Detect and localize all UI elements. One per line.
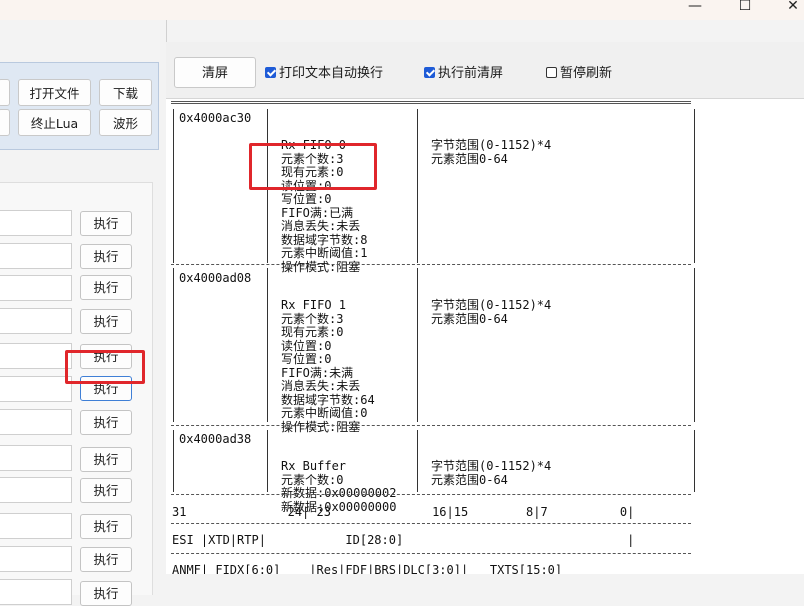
command-input[interactable] xyxy=(0,409,72,435)
fifo-info: 字节范围(0-1152)*4 元素范围0-64 xyxy=(431,298,552,326)
run-button[interactable]: 执行 xyxy=(80,547,132,572)
fifo-address: 0x4000ad08 xyxy=(179,271,252,285)
fifo-info: 字节范围(0-1152)*4 元素范围0-64 xyxy=(431,138,552,166)
separator xyxy=(171,101,691,104)
waveform-button[interactable]: 波形 xyxy=(99,109,152,136)
auto-wrap-checkbox[interactable]: 打印文本自动换行 xyxy=(265,66,383,82)
stop-lua-button[interactable]: 终止Lua xyxy=(18,109,91,136)
separator xyxy=(171,553,691,554)
buffer-info: 字节范围(0-1152)*4 元素范围0-64 xyxy=(431,459,552,487)
table-border xyxy=(694,109,695,263)
clear-before-run-checkbox[interactable]: 执行前清屏 xyxy=(424,66,503,82)
buffer-details: Rx Buffer 元素个数:0 新数据:0x00000002 新数据:0x00000… xyxy=(281,459,397,514)
checkbox-checked-icon xyxy=(265,67,276,78)
run-button[interactable]: 执行 xyxy=(80,581,132,606)
run-button[interactable]: 执行 xyxy=(80,244,132,269)
command-input[interactable] xyxy=(0,546,72,572)
command-input[interactable] xyxy=(0,445,72,471)
run-button[interactable]: 执行 xyxy=(80,275,132,300)
partial-button-bottom[interactable] xyxy=(0,109,10,136)
file-button-group: 打开文件 下载 终止Lua 波形 xyxy=(0,62,159,150)
command-input[interactable] xyxy=(0,275,72,301)
table-border xyxy=(417,430,418,492)
table-border xyxy=(267,430,268,492)
download-button[interactable]: 下载 xyxy=(99,79,152,106)
output-toolbar: 清屏 打印文本自动换行 执行前清屏 暂停刷新 xyxy=(166,42,804,99)
close-icon[interactable]: ✕ xyxy=(778,0,804,18)
bit-header-row: 31 24| 23 16|15 8|7 0| xyxy=(172,505,635,519)
table-border xyxy=(694,268,695,422)
table-border xyxy=(417,268,418,422)
run-button[interactable]: 执行 xyxy=(80,514,132,539)
run-button[interactable]: 执行 xyxy=(80,478,132,503)
clear-before-run-label: 执行前清屏 xyxy=(438,66,504,81)
table-border xyxy=(417,109,418,263)
left-panel: 打开文件 下载 终止Lua 波形 执行 执行 执行 执行 执行 执行 执行 执行… xyxy=(0,20,167,606)
open-file-button[interactable]: 打开文件 xyxy=(18,79,91,106)
separator xyxy=(171,425,691,426)
command-input[interactable] xyxy=(0,308,72,334)
separator xyxy=(171,494,691,495)
command-input[interactable] xyxy=(0,376,72,402)
field-row: ANMF| FIDX[6:0] |Res|FDF|BRS|DLC[3:0]| T… xyxy=(172,563,563,574)
separator xyxy=(171,523,691,524)
command-input[interactable] xyxy=(0,579,72,605)
table-border xyxy=(173,109,174,263)
minimize-icon[interactable]: — xyxy=(680,0,710,18)
highlight-box-run-button xyxy=(65,350,145,384)
table-border xyxy=(267,268,268,422)
run-button[interactable]: 执行 xyxy=(80,309,132,334)
run-button[interactable]: 执行 xyxy=(80,447,132,472)
fifo-address: 0x4000ad38 xyxy=(179,432,252,446)
table-border xyxy=(694,430,695,492)
auto-wrap-label: 打印文本自动换行 xyxy=(279,66,384,81)
pause-refresh-checkbox[interactable]: 暂停刷新 xyxy=(546,66,612,82)
title-bar: — ☐ ✕ xyxy=(0,0,804,20)
highlight-box-read-write-position xyxy=(249,143,377,190)
run-button[interactable]: 执行 xyxy=(80,410,132,435)
checkbox-unchecked-icon xyxy=(546,67,557,78)
table-border xyxy=(173,430,174,492)
partial-button-top[interactable] xyxy=(0,79,10,106)
checkbox-checked-icon xyxy=(424,67,435,78)
run-button[interactable]: 执行 xyxy=(80,211,132,236)
command-input[interactable] xyxy=(0,210,72,236)
fifo-address: 0x4000ac30 xyxy=(179,111,252,125)
pause-refresh-label: 暂停刷新 xyxy=(560,66,613,81)
separator xyxy=(171,264,691,265)
command-list: 执行 执行 执行 执行 执行 执行 执行 执行 执行 执行 执行 执行 xyxy=(0,182,153,606)
field-row: ESI |XTD|RTP| ID[28:0] | xyxy=(172,533,635,547)
command-input[interactable] xyxy=(0,477,72,503)
command-input[interactable] xyxy=(0,343,72,369)
command-input[interactable] xyxy=(0,513,72,539)
clear-screen-button[interactable]: 清屏 xyxy=(174,57,256,88)
maximize-icon[interactable]: ☐ xyxy=(730,0,760,18)
table-border xyxy=(173,268,174,422)
command-input[interactable] xyxy=(0,243,72,269)
